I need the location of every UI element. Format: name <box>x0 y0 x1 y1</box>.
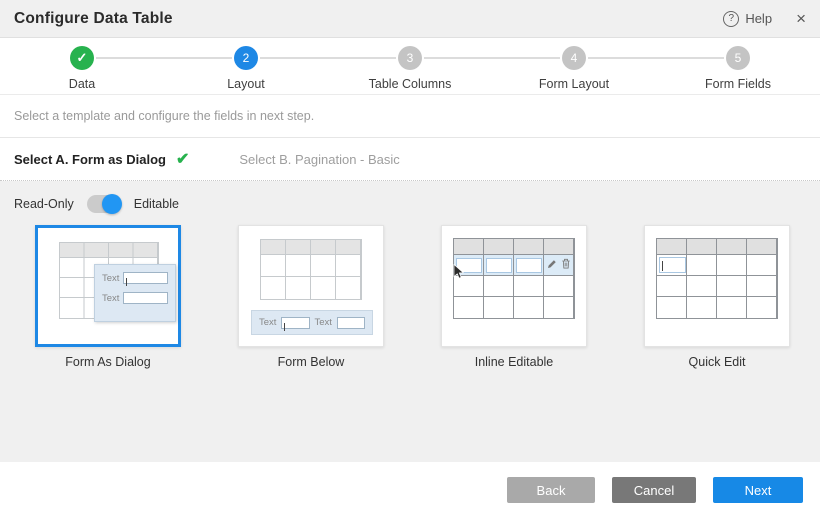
check-icon: ✔ <box>176 149 189 169</box>
select-option-a[interactable]: Select A. Form as Dialog <box>14 152 166 167</box>
mini-table <box>453 238 575 319</box>
card-form-as-dialog[interactable]: Text Text <box>35 225 181 347</box>
help-label: Help <box>745 11 772 26</box>
step-layout[interactable]: 2 Layout <box>164 46 328 94</box>
step-form-fields[interactable]: 5 Form Fields <box>656 46 820 94</box>
toggle-on-label: Editable <box>134 197 179 211</box>
mini-dialog-form: Text Text <box>94 264 176 322</box>
step-data[interactable]: ✓ Data <box>0 46 164 94</box>
mini-text-input <box>123 272 168 284</box>
template-card-form-as-dialog: Text Text Form As Dialog <box>35 225 181 369</box>
configure-data-table-dialog: Configure Data Table ? Help × ✓ Data 2 L… <box>0 0 820 518</box>
next-button[interactable]: Next <box>713 477 803 503</box>
dialog-title: Configure Data Table <box>14 10 173 28</box>
help-button[interactable]: ? Help <box>723 11 772 27</box>
mini-field-label: Text <box>102 273 119 284</box>
select-option-b[interactable]: Select B. Pagination - Basic <box>239 152 399 167</box>
toggle-off-label: Read-Only <box>14 197 74 211</box>
card-form-below[interactable]: Text Text <box>238 225 384 347</box>
mini-inline-input <box>516 258 542 273</box>
card-label: Quick Edit <box>689 355 746 369</box>
step-form-layout[interactable]: 4 Form Layout <box>492 46 656 94</box>
step-label: Data <box>69 77 95 91</box>
selection-row: Select A. Form as Dialog ✔ Select B. Pag… <box>0 138 820 181</box>
mini-inline-input <box>486 258 512 273</box>
card-label: Form Below <box>278 355 345 369</box>
step-number: 5 <box>726 46 750 70</box>
instruction-text: Select a template and configure the fiel… <box>0 95 820 138</box>
template-card-inline-editable: Inline Editable <box>441 225 587 369</box>
mini-field-label: Text <box>102 293 119 304</box>
template-cards: Text Text Form As Dialog <box>0 223 820 369</box>
card-quick-edit[interactable] <box>644 225 790 347</box>
step-number: 3 <box>398 46 422 70</box>
pencil-icon <box>547 256 557 274</box>
editable-toggle[interactable] <box>87 195 121 213</box>
title-bar: Configure Data Table ? Help × <box>0 0 820 38</box>
step-label: Form Fields <box>705 77 771 91</box>
mini-editing-row <box>454 255 574 276</box>
mini-text-input <box>123 292 168 304</box>
step-label: Form Layout <box>539 77 609 91</box>
card-label: Form As Dialog <box>65 355 150 369</box>
mini-text-input <box>281 317 309 329</box>
toggle-thumb <box>102 194 122 214</box>
step-label: Layout <box>227 77 265 91</box>
mini-form-strip: Text Text <box>251 310 373 335</box>
step-label: Table Columns <box>369 77 452 91</box>
step-check-icon: ✓ <box>70 46 94 70</box>
template-work-area: Read-Only Editable Text <box>0 181 820 462</box>
mouse-cursor-icon <box>453 264 464 284</box>
trash-icon <box>561 256 571 274</box>
mini-field-label: Text <box>259 317 276 328</box>
mini-quick-edit-input <box>659 257 686 273</box>
editable-toggle-row: Read-Only Editable <box>0 181 820 223</box>
mini-table <box>656 238 778 319</box>
template-card-quick-edit: Quick Edit <box>644 225 790 369</box>
mini-table <box>260 239 362 300</box>
template-card-form-below: Text Text Form Below <box>238 225 384 369</box>
back-button[interactable]: Back <box>507 477 595 503</box>
step-table-columns[interactable]: 3 Table Columns <box>328 46 492 94</box>
card-inline-editable[interactable] <box>441 225 587 347</box>
close-icon[interactable]: × <box>796 10 806 27</box>
wizard-stepper: ✓ Data 2 Layout 3 Table Columns 4 Form L… <box>0 38 820 95</box>
cancel-button[interactable]: Cancel <box>612 477 696 503</box>
mini-field-label: Text <box>315 317 332 328</box>
footer-bar: Back Cancel Next <box>0 462 820 518</box>
help-icon: ? <box>723 11 739 27</box>
mini-text-input <box>337 317 365 329</box>
step-number: 2 <box>234 46 258 70</box>
card-label: Inline Editable <box>475 355 554 369</box>
step-number: 4 <box>562 46 586 70</box>
